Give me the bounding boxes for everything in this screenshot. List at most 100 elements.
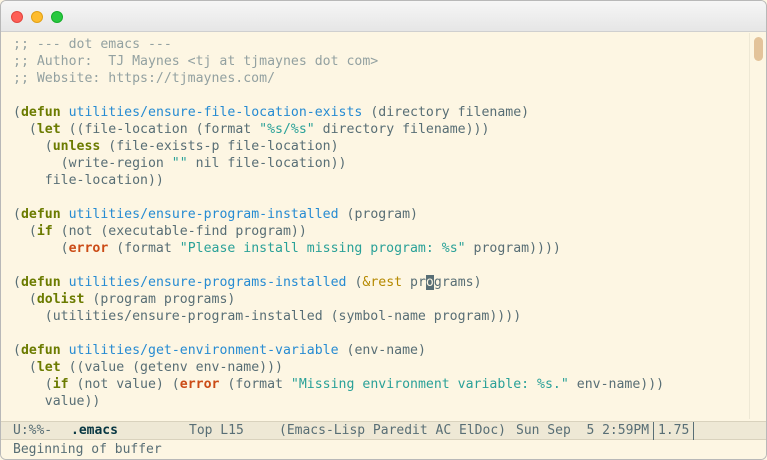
code-token: (program) xyxy=(338,207,418,222)
code-token: ;; --- dot emacs --- xyxy=(13,37,172,52)
code-token: (not value) ( xyxy=(68,377,180,392)
close-icon[interactable] xyxy=(11,11,23,23)
code-token: ((value (getenv env-name))) xyxy=(60,360,283,375)
code-token: (format xyxy=(108,241,180,256)
title-bar xyxy=(1,1,766,32)
code-token: &rest xyxy=(362,275,403,290)
code-token: nil file-location)) xyxy=(187,156,347,171)
code-line[interactable]: file-location)) xyxy=(13,172,664,189)
vertical-scrollbar[interactable] xyxy=(749,33,766,419)
code-token: grams) xyxy=(433,275,482,290)
code-token: let xyxy=(36,360,61,375)
code-token: pr xyxy=(402,275,426,290)
code-line[interactable]: (defun utilities/ensure-programs-install… xyxy=(13,274,664,291)
code-token: ( xyxy=(13,241,69,256)
code-line[interactable]: (if (not value) (error (format "Missing … xyxy=(13,376,664,393)
code-token: env-name))) xyxy=(568,377,665,392)
code-line[interactable]: (write-region "" nil file-location)) xyxy=(13,155,664,172)
code-token: ( xyxy=(13,275,21,290)
code-token: (utilities/ensure-program-installed (sym… xyxy=(13,309,522,324)
code-token: let xyxy=(36,122,61,137)
code-line[interactable]: (error (format "Please install missing p… xyxy=(13,240,664,257)
maximize-icon[interactable] xyxy=(51,11,63,23)
code-line[interactable]: (unless (file-exists-p file-location) xyxy=(13,138,664,155)
code-token: defun xyxy=(20,105,61,120)
code-token: "Please install missing program: %s" xyxy=(179,241,466,256)
code-line[interactable]: ;; --- dot emacs --- xyxy=(13,36,664,53)
minimize-icon[interactable] xyxy=(31,11,43,23)
code-line[interactable] xyxy=(13,189,664,206)
code-token: ( xyxy=(346,275,363,290)
code-token: utilities/ensure-programs-installed xyxy=(68,275,347,290)
system-load: 1.75 xyxy=(653,422,695,440)
code-token: if xyxy=(36,224,53,239)
code-token: program)))) xyxy=(465,241,561,256)
major-minor-modes[interactable]: (Emacs-Lisp Paredit AC ElDoc) xyxy=(279,422,506,440)
code-line[interactable]: (defun utilities/ensure-file-location-ex… xyxy=(13,104,664,121)
code-token: "Missing environment variable: %s." xyxy=(290,377,569,392)
code-line[interactable]: (utilities/ensure-program-installed (sym… xyxy=(13,308,664,325)
code-token: (format xyxy=(219,377,291,392)
code-token: ( xyxy=(13,292,37,307)
code-token: (write-region xyxy=(13,156,172,171)
code-token: directory filename))) xyxy=(314,122,490,137)
code-token: utilities/ensure-file-location-exists xyxy=(68,105,363,120)
code-token: ( xyxy=(13,139,53,154)
code-line[interactable] xyxy=(13,87,664,104)
code-line[interactable]: (defun utilities/ensure-program-installe… xyxy=(13,206,664,223)
buffer-state: U:%%- xyxy=(13,423,53,438)
code-token: file-location)) xyxy=(13,173,164,188)
emacs-window: ;; --- dot emacs --- ;; Author: TJ Maynes… xyxy=(0,0,767,460)
code-token: (not (executable-find program)) xyxy=(52,224,307,239)
cursor-position: Top L15 xyxy=(189,423,244,438)
code-line[interactable]: (dolist (program programs) xyxy=(13,291,664,308)
scrollbar-thumb[interactable] xyxy=(754,37,763,61)
code-token: "" xyxy=(171,156,188,171)
code-token: ((file-location (format xyxy=(60,122,260,137)
code-line[interactable]: ;; Author: TJ Maynes <tj at tjmaynes dot… xyxy=(13,53,664,70)
code-token: ( xyxy=(13,360,37,375)
code-token: ( xyxy=(13,343,21,358)
text-cursor: o xyxy=(425,275,434,290)
code-token: defun xyxy=(20,207,61,222)
code-token: ( xyxy=(13,377,53,392)
code-token: if xyxy=(52,377,69,392)
code-token: unless xyxy=(52,139,101,154)
code-token: (program programs) xyxy=(84,292,236,307)
code-token: error xyxy=(68,241,109,256)
code-token: defun xyxy=(20,343,61,358)
code-token: "%s/%s" xyxy=(259,122,315,137)
code-text[interactable]: ;; --- dot emacs --- ;; Author: TJ Maynes… xyxy=(13,36,664,410)
code-token: utilities/get-environment-variable xyxy=(68,343,339,358)
code-token: defun xyxy=(20,275,61,290)
code-token: ( xyxy=(13,105,21,120)
code-line[interactable]: (defun utilities/get-environment-variabl… xyxy=(13,342,664,359)
code-token: ( xyxy=(13,207,21,222)
code-line[interactable]: (let ((value (getenv env-name))) xyxy=(13,359,664,376)
code-line[interactable]: (let ((file-location (format "%s/%s" dir… xyxy=(13,121,664,138)
code-line[interactable]: ;; Website: https://tjmaynes.com/ xyxy=(13,70,664,87)
code-token: dolist xyxy=(36,292,85,307)
editor-buffer[interactable]: ;; --- dot emacs --- ;; Author: TJ Maynes… xyxy=(1,33,749,419)
echo-area[interactable]: Beginning of buffer xyxy=(1,441,766,459)
code-line[interactable]: value)) xyxy=(13,393,664,410)
code-token: utilities/ensure-program-installed xyxy=(68,207,339,222)
code-token: (env-name) xyxy=(338,343,426,358)
code-line[interactable]: (if (not (executable-find program)) xyxy=(13,223,664,240)
code-token: error xyxy=(179,377,220,392)
echo-message: Beginning of buffer xyxy=(13,442,162,457)
code-token: ( xyxy=(13,224,37,239)
code-line[interactable] xyxy=(13,325,664,342)
code-token: (directory filename) xyxy=(362,105,530,120)
code-token: value)) xyxy=(13,394,101,409)
mode-line: U:%%- .emacs Top L15 (Emacs-Lisp Paredit… xyxy=(1,421,766,440)
code-line[interactable] xyxy=(13,257,664,274)
buffer-name[interactable]: .emacs xyxy=(71,422,118,440)
code-token: ( xyxy=(13,122,37,137)
code-token: (file-exists-p file-location) xyxy=(100,139,339,154)
code-token: ;; Website: https://tjmaynes.com/ xyxy=(13,71,276,86)
